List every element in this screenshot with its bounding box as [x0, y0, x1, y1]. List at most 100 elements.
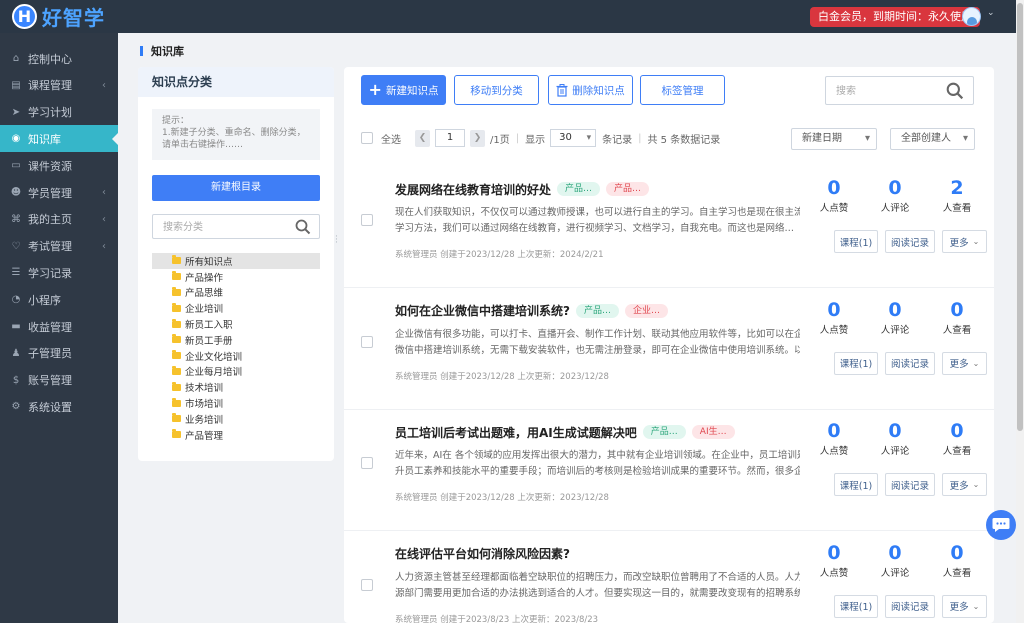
article-tag[interactable]: 产品…: [642, 425, 686, 439]
likes-count[interactable]: 0: [810, 420, 858, 442]
category-tree-item[interactable]: 企业文化培训: [152, 348, 320, 364]
read-log-button[interactable]: 阅读记录: [885, 351, 935, 375]
sidebar-item[interactable]: ☰ 学习记录: [0, 259, 118, 286]
delete-knowledge-button[interactable]: 删除知识点: [548, 75, 633, 105]
page-scrollbar[interactable]: [1016, 0, 1024, 623]
course-button[interactable]: 课程(1): [834, 351, 878, 375]
likes-label: 人点赞: [819, 446, 849, 457]
article-title[interactable]: 员工培训后考试出题难，用AI生成试题解决吧 产品… AI生…: [395, 424, 735, 440]
category-tree-item[interactable]: 企业培训: [152, 300, 320, 316]
read-log-button[interactable]: 阅读记录: [885, 473, 935, 496]
article-checkbox[interactable]: [361, 457, 373, 469]
knowledge-search-input[interactable]: [836, 83, 936, 99]
page-size-select[interactable]: 30: [550, 129, 597, 147]
scrollbar-thumb[interactable]: [1017, 3, 1023, 431]
course-button[interactable]: 课程(1): [834, 473, 878, 496]
category-tree-item[interactable]: 产品思维: [152, 285, 320, 301]
sidebar-item[interactable]: ➤ 学习计划: [0, 99, 118, 126]
category-tree-item[interactable]: 新员工入职: [152, 316, 320, 332]
category-tree-item[interactable]: 所有知识点: [152, 253, 320, 269]
sidebar-item[interactable]: ◔ 小程序: [0, 286, 118, 313]
article-title[interactable]: 在线评估平台如何消除风险因素?: [395, 546, 570, 562]
comments-count[interactable]: 0: [871, 299, 919, 321]
more-button[interactable]: 更多 ⌄: [942, 230, 987, 253]
course-button[interactable]: 课程(1): [834, 230, 878, 253]
tag-management-button[interactable]: 标签管理: [640, 75, 725, 105]
sidebar-item[interactable]: ⌘ 我的主页 ‹: [0, 206, 118, 233]
search-icon[interactable]: [946, 82, 964, 100]
more-button[interactable]: 更多 ⌄: [942, 594, 987, 618]
sidebar-item[interactable]: ♡ 考试管理 ‹: [0, 233, 118, 260]
article-checkbox[interactable]: [361, 214, 373, 226]
article-tag[interactable]: 产品…: [606, 182, 650, 196]
sidebar-item-label: 知识库: [28, 132, 61, 146]
likes-count[interactable]: 0: [810, 542, 858, 564]
category-search-input[interactable]: [163, 219, 293, 235]
read-log-button[interactable]: 阅读记录: [885, 594, 935, 618]
vip-badge[interactable]: 白金会员，到期时间：永久使用: [810, 7, 980, 27]
category-search-box: [152, 214, 320, 239]
knowledge-search-box: [825, 76, 974, 105]
user-avatar[interactable]: [962, 7, 981, 26]
description-line: 微信中搭建培训系统，无需下载安装软件，也无需注册登录，即可在企业微信中使用培训系…: [395, 344, 800, 356]
chevron-down-icon[interactable]: ⌄: [987, 8, 995, 18]
search-icon[interactable]: [295, 219, 311, 235]
category-tree-item[interactable]: 市场培训: [152, 395, 320, 411]
sidebar-item[interactable]: ☻ 学员管理 ‹: [0, 179, 118, 206]
comments-count[interactable]: 0: [871, 542, 919, 564]
article-checkbox[interactable]: [361, 578, 373, 591]
more-button[interactable]: 更多 ⌄: [942, 473, 987, 496]
views-count[interactable]: 0: [933, 420, 981, 442]
category-tree-item[interactable]: 产品操作: [152, 269, 320, 285]
likes-count[interactable]: 0: [810, 299, 858, 321]
prev-page-icon[interactable]: ❮: [415, 129, 430, 147]
more-button[interactable]: 更多 ⌄: [942, 351, 987, 375]
category-tree-item[interactable]: 新员工手册: [152, 332, 320, 348]
more-label: 更多: [949, 602, 969, 613]
sidebar-item[interactable]: ▬ 收益管理: [0, 313, 118, 340]
move-to-category-button[interactable]: 移动到分类: [454, 75, 539, 105]
folder-icon: [172, 318, 181, 328]
logo[interactable]: H 好智学: [12, 4, 105, 30]
article-title-text: 在线评估平台如何消除风险因素?: [395, 547, 570, 561]
stat-comments: 0 人评论: [871, 542, 919, 579]
read-log-button[interactable]: 阅读记录: [885, 230, 935, 253]
article-tag[interactable]: 产品…: [575, 303, 619, 318]
article-title[interactable]: 如何在企业微信中搭建培训系统? 产品… 企业…: [395, 303, 668, 319]
article-meta: 系统管理员 创建于2023/12/28 上次更新：2024/2/21: [395, 250, 604, 260]
views-count[interactable]: 2: [933, 177, 981, 199]
creator-filter-select[interactable]: 全部创建人: [890, 128, 975, 150]
select-all-checkbox[interactable]: [361, 132, 373, 144]
category-tree-item[interactable]: 产品管理: [152, 427, 320, 443]
sidebar-item[interactable]: ♟ 子管理员: [0, 340, 118, 367]
comments-count[interactable]: 0: [871, 177, 919, 199]
views-count[interactable]: 0: [933, 542, 981, 564]
sidebar-item[interactable]: ◉ 知识库: [0, 125, 118, 153]
new-root-folder-button[interactable]: 新建根目录: [152, 175, 320, 201]
article-title[interactable]: 发展网络在线教育培训的好处 产品… 产品…: [395, 181, 650, 197]
sidebar-item[interactable]: ⚙ 系统设置: [0, 393, 118, 420]
panel-splitter-handle[interactable]: · · ·: [335, 233, 338, 248]
course-button[interactable]: 课程(1): [834, 594, 878, 618]
sidebar-item[interactable]: ⌂ 控制中心: [0, 45, 118, 72]
category-tree-item[interactable]: 技术培训: [152, 379, 320, 395]
sidebar-item[interactable]: ▤ 课程管理 ‹: [0, 72, 118, 99]
category-tree-item[interactable]: 业务培训: [152, 411, 320, 427]
sort-by-select[interactable]: 新建日期: [791, 128, 877, 150]
article-checkbox[interactable]: [361, 335, 373, 348]
next-page-icon[interactable]: ❯: [470, 129, 485, 147]
category-tree-item[interactable]: 企业每月培训: [152, 364, 320, 380]
likes-label: 人点赞: [819, 324, 849, 336]
chat-support-button[interactable]: [986, 510, 1016, 540]
chevron-left-icon: ‹: [102, 79, 106, 91]
article-tag[interactable]: 企业…: [624, 303, 668, 318]
comments-count[interactable]: 0: [871, 420, 919, 442]
article-tag[interactable]: AI生…: [691, 425, 735, 439]
sidebar-item[interactable]: ▭ 课件资源: [0, 152, 118, 179]
page-number-input[interactable]: 1: [435, 129, 465, 147]
likes-count[interactable]: 0: [810, 177, 858, 199]
views-count[interactable]: 0: [933, 299, 981, 321]
sidebar-item[interactable]: $ 账号管理: [0, 367, 118, 394]
new-knowledge-button[interactable]: + 新建知识点: [361, 75, 446, 105]
article-tag[interactable]: 产品…: [557, 182, 601, 196]
